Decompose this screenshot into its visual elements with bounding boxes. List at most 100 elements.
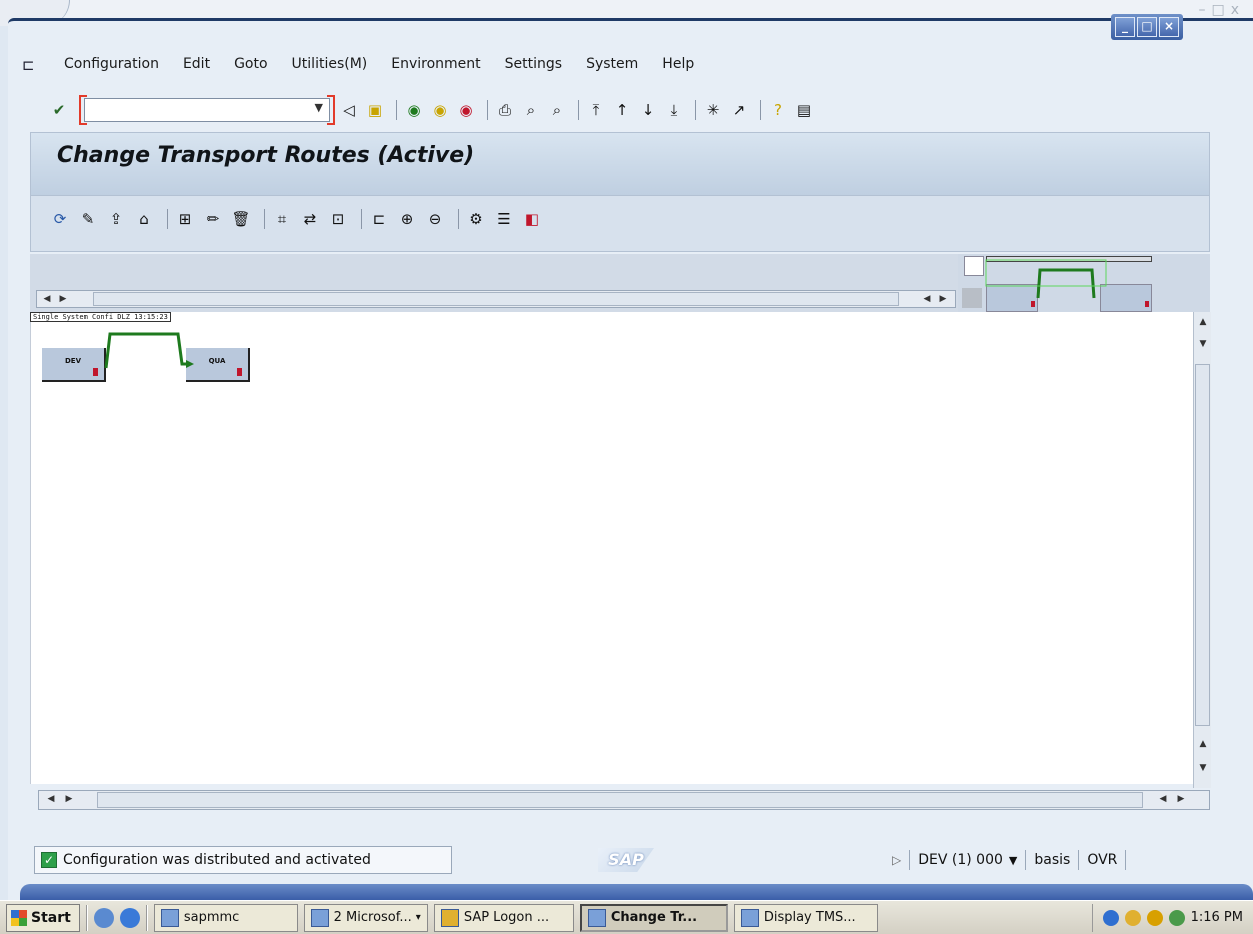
- system-menu-icon[interactable]: ⊏: [22, 56, 40, 74]
- vertical-scrollbar[interactable]: ▲ ▼ ▲ ▼: [1193, 312, 1211, 788]
- scroll-right-icon[interactable]: ▶: [55, 291, 71, 307]
- settings-icon[interactable]: ⚙: [465, 208, 487, 230]
- system-client[interactable]: DEV (1) 000: [918, 852, 1003, 868]
- scroll-thumb[interactable]: [1195, 364, 1210, 726]
- window-controls: _ □ ×: [1111, 14, 1183, 40]
- maximize-button[interactable]: □: [1137, 17, 1157, 37]
- scroll-right-icon[interactable]: ▶: [935, 291, 951, 307]
- scroll-right-icon[interactable]: ▶: [1173, 791, 1189, 807]
- cancel-icon[interactable]: ◉: [455, 99, 477, 121]
- toolbar-separator: [396, 100, 397, 120]
- task-sapmmc[interactable]: sapmmc: [153, 903, 298, 932]
- zoom-out-icon[interactable]: ⊖: [424, 208, 446, 230]
- previous-page-icon[interactable]: ↑: [611, 99, 633, 121]
- scroll-down-icon[interactable]: ▼: [1195, 760, 1211, 776]
- start-label: Start: [31, 909, 71, 926]
- scroll-left-icon[interactable]: ◀: [1155, 791, 1171, 807]
- bottom-horizontal-scrollbar[interactable]: ◀ ▶ ◀ ▶: [38, 790, 1210, 810]
- sap-logon-icon: [440, 908, 459, 927]
- command-input[interactable]: [85, 99, 295, 119]
- system-node-dev[interactable]: DEV: [42, 348, 106, 382]
- network-icon[interactable]: [1168, 909, 1185, 926]
- menu-goto[interactable]: Goto: [222, 56, 279, 72]
- expand-arrow-icon[interactable]: ▷: [892, 853, 901, 867]
- layout-menu-icon[interactable]: ▤: [793, 99, 815, 121]
- toolbar-separator: [578, 100, 579, 120]
- chevron-down-icon[interactable]: ▼: [1009, 854, 1017, 867]
- menu-environment[interactable]: Environment: [379, 56, 492, 72]
- back-icon[interactable]: ◉: [403, 99, 425, 121]
- scroll-left-icon[interactable]: ◀: [43, 791, 59, 807]
- align-left-icon[interactable]: ⊏: [368, 208, 390, 230]
- scroll-left-icon[interactable]: ◀: [39, 291, 55, 307]
- scroll-right-icon[interactable]: ▶: [61, 791, 77, 807]
- menu-configuration[interactable]: Configuration: [52, 56, 171, 72]
- refresh-icon[interactable]: ⟳: [49, 208, 71, 230]
- task-display-tms[interactable]: Display TMS...: [733, 903, 878, 932]
- help-icon[interactable]: ?: [767, 99, 789, 121]
- desktop-icon[interactable]: [93, 907, 114, 928]
- print-icon[interactable]: ⎙: [494, 99, 516, 121]
- task-change-transport[interactable]: Change Tr...: [579, 903, 728, 932]
- status-message[interactable]: ✓ Configuration was distributed and acti…: [34, 846, 452, 874]
- connect-icon[interactable]: ⇄: [299, 208, 321, 230]
- node-label: QUA: [208, 357, 226, 365]
- shortcut-icon[interactable]: ↗: [728, 99, 750, 121]
- scroll-thumb[interactable]: [93, 292, 899, 306]
- info-icon[interactable]: ◧: [521, 208, 543, 230]
- task-sap-logon[interactable]: SAP Logon ...: [433, 903, 574, 932]
- start-button[interactable]: Start: [6, 903, 80, 932]
- graphic-canvas[interactable]: [30, 312, 1193, 784]
- zoom-in-icon[interactable]: ⊕: [396, 208, 418, 230]
- menu-edit[interactable]: Edit: [171, 56, 222, 72]
- task-label: 2 Microsof...: [333, 910, 412, 925]
- overview-navigator[interactable]: [958, 254, 1210, 314]
- menu-settings[interactable]: Settings: [493, 56, 574, 72]
- activate-icon[interactable]: ⌂: [133, 208, 155, 230]
- help-tray-icon[interactable]: [1102, 909, 1119, 926]
- save-icon[interactable]: ▣: [364, 99, 386, 121]
- overview-route-line: [985, 259, 1107, 299]
- check-icon[interactable]: ⊡: [327, 208, 349, 230]
- chevron-down-icon[interactable]: ▼: [315, 101, 323, 114]
- task-label: Change Tr...: [610, 910, 698, 925]
- list-icon[interactable]: ☰: [493, 208, 515, 230]
- chevron-down-icon[interactable]: ▾: [416, 912, 421, 923]
- enter-check-icon[interactable]: ✔: [48, 99, 70, 121]
- scroll-up-icon[interactable]: ▲: [1195, 736, 1211, 752]
- flag-icon: [93, 368, 98, 376]
- scroll-down-icon[interactable]: ▼: [1195, 336, 1211, 352]
- history-arrow-icon[interactable]: ◁: [338, 99, 360, 121]
- find-icon[interactable]: ⌕: [520, 99, 542, 121]
- distribute-icon[interactable]: ⇪: [105, 208, 127, 230]
- status-separator: [1025, 850, 1027, 870]
- next-page-icon[interactable]: ↓: [637, 99, 659, 121]
- minimize-button[interactable]: _: [1115, 17, 1135, 37]
- create-icon[interactable]: ⊞: [174, 208, 196, 230]
- menu-utilities[interactable]: Utilities(M): [280, 56, 380, 72]
- user-name: basis: [1034, 852, 1071, 868]
- security-shield-icon[interactable]: [1146, 909, 1163, 926]
- menu-system[interactable]: System: [574, 56, 650, 72]
- create-session-icon[interactable]: ✳: [702, 99, 724, 121]
- select-all-icon[interactable]: ⌗: [271, 208, 293, 230]
- top-horizontal-scrollbar[interactable]: ◀ ▶ ◀ ▶: [36, 290, 956, 308]
- find-next-icon[interactable]: ⌕: [546, 99, 568, 121]
- menu-help[interactable]: Help: [650, 56, 706, 72]
- graph-caption: Single System Confi DLZ 13:15:23: [30, 312, 171, 322]
- scroll-left-icon[interactable]: ◀: [919, 291, 935, 307]
- edit-pencil-icon[interactable]: ✏: [202, 208, 224, 230]
- scroll-thumb[interactable]: [97, 792, 1143, 808]
- first-page-icon[interactable]: ⤒: [585, 99, 607, 121]
- display-change-icon[interactable]: ✎: [77, 208, 99, 230]
- command-field[interactable]: ▼: [79, 95, 335, 125]
- sap-tray-icon[interactable]: [1124, 909, 1141, 926]
- task-word[interactable]: 2 Microsof... ▾: [303, 903, 428, 932]
- insert-mode[interactable]: OVR: [1087, 852, 1117, 868]
- last-page-icon[interactable]: ⤓: [663, 99, 685, 121]
- delete-icon[interactable]: 🗑: [230, 208, 252, 230]
- exit-icon[interactable]: ◉: [429, 99, 451, 121]
- close-button[interactable]: ×: [1159, 17, 1179, 37]
- internet-explorer-icon[interactable]: [119, 907, 140, 928]
- scroll-up-icon[interactable]: ▲: [1195, 314, 1211, 330]
